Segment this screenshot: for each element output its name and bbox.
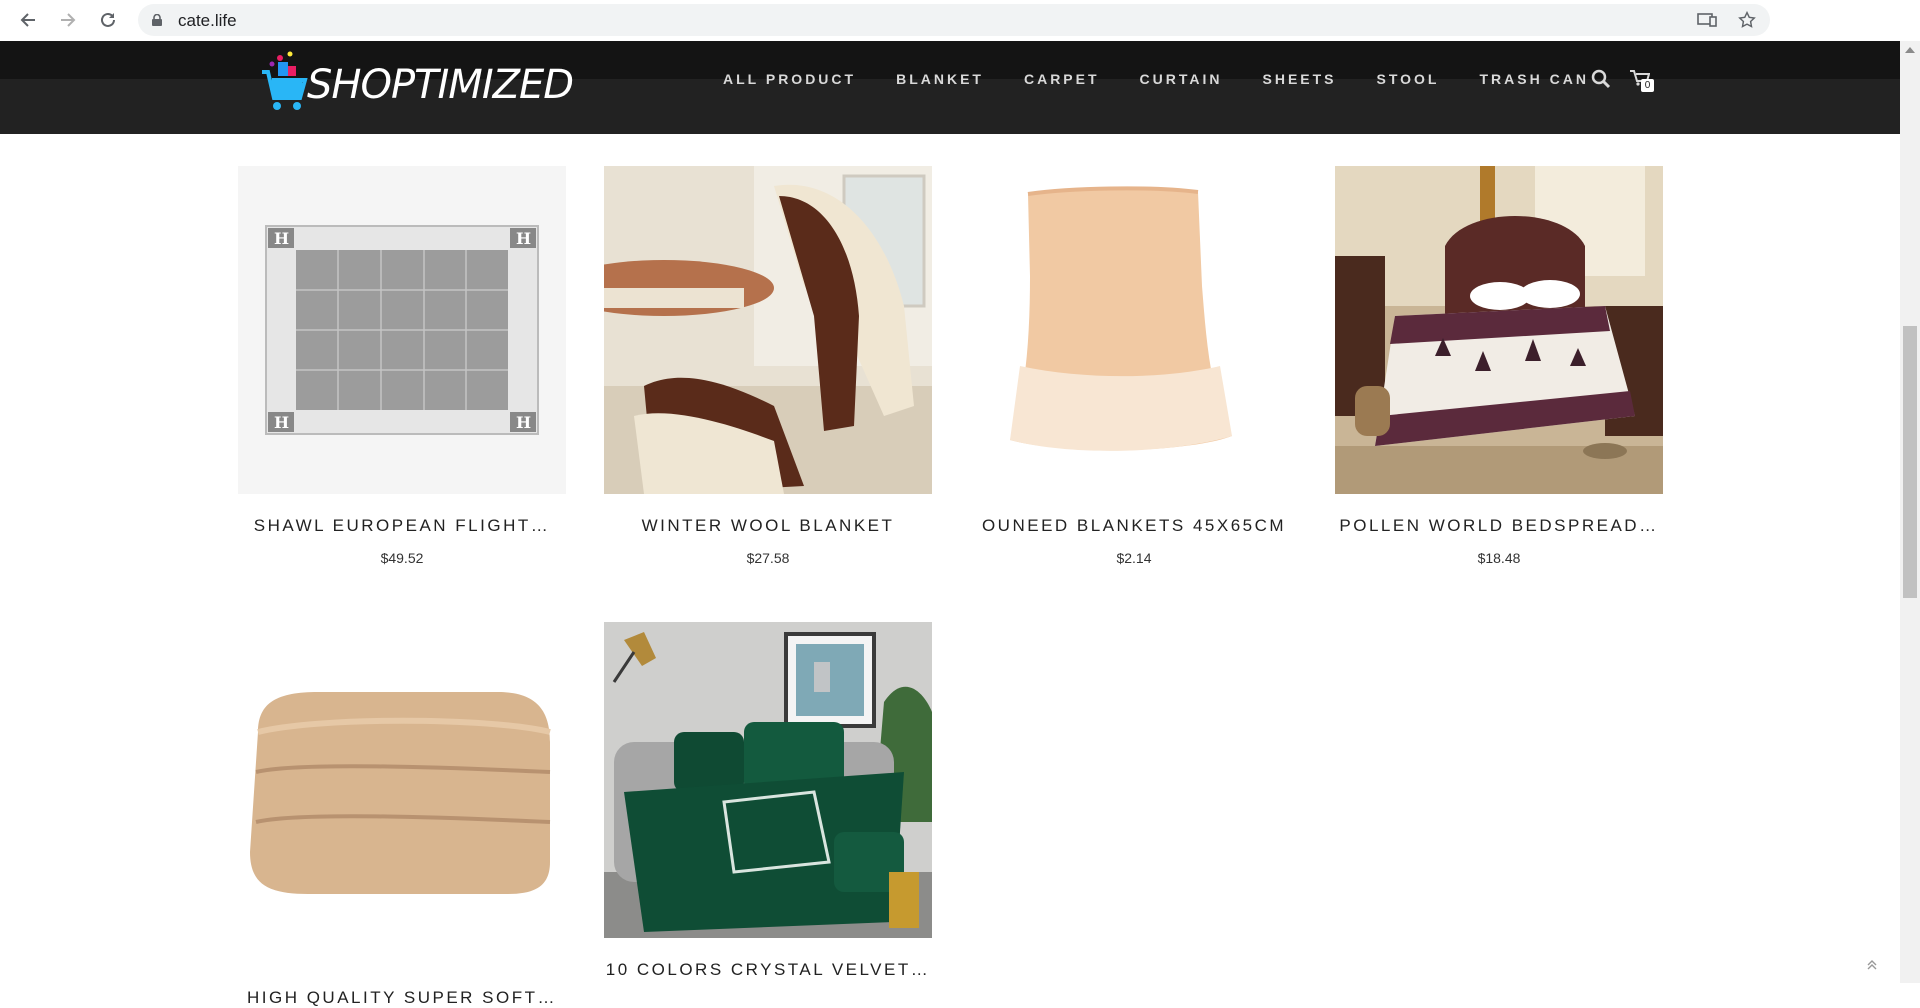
- forward-icon[interactable]: [54, 6, 82, 34]
- svg-text:H: H: [274, 229, 289, 248]
- site-logo[interactable]: SHOPTIMIZED: [260, 48, 574, 116]
- nav-item-stool[interactable]: STOOL: [1377, 71, 1440, 87]
- product-title[interactable]: 10 COLORS CRYSTAL VELVET…: [604, 960, 932, 980]
- product-title[interactable]: POLLEN WORLD BEDSPREAD…: [1335, 516, 1663, 536]
- svg-text:H: H: [516, 413, 531, 432]
- product-card[interactable]: POLLEN WORLD BEDSPREAD… $18.48: [1335, 166, 1663, 566]
- nav-item-carpet[interactable]: CARPET: [1024, 71, 1100, 87]
- product-image[interactable]: [970, 166, 1298, 494]
- svg-text:H: H: [516, 229, 531, 248]
- reload-icon[interactable]: [94, 6, 122, 34]
- product-card[interactable]: WINTER WOOL BLANKET $27.58: [604, 166, 932, 566]
- bookmark-star-icon[interactable]: [1736, 10, 1758, 30]
- main-nav: ALL PRODUCT BLANKET CARPET CURTAIN SHEET…: [723, 71, 1589, 87]
- browser-toolbar: cate.life: [0, 0, 1920, 42]
- scroll-up-arrow-icon[interactable]: [1905, 47, 1915, 53]
- product-card[interactable]: HIGH QUALITY SUPER SOFT…: [238, 622, 566, 1008]
- cart-count-badge: 0: [1641, 79, 1654, 92]
- product-title[interactable]: SHAWL EUROPEAN FLIGHT…: [238, 516, 566, 536]
- install-app-icon[interactable]: [1696, 10, 1718, 30]
- product-price: $27.58: [746, 550, 790, 566]
- product-image[interactable]: H H H H: [238, 166, 566, 494]
- product-price: $49.52: [380, 550, 424, 566]
- url-text[interactable]: cate.life: [178, 11, 237, 31]
- shopping-cart-logo-icon: [262, 51, 308, 110]
- page-scrollbar[interactable]: [1900, 41, 1920, 983]
- nav-item-curtain[interactable]: CURTAIN: [1140, 71, 1223, 87]
- nav-item-all-product[interactable]: ALL PRODUCT: [723, 71, 856, 87]
- back-icon[interactable]: [14, 6, 42, 34]
- nav-item-trash-can[interactable]: TRASH CAN: [1479, 71, 1588, 87]
- search-icon[interactable]: [1591, 69, 1611, 89]
- address-bar[interactable]: cate.life: [138, 4, 1770, 36]
- product-title[interactable]: HIGH QUALITY SUPER SOFT…: [238, 988, 566, 1008]
- product-card[interactable]: OUNEED BLANKETS 45X65CM $2.14: [970, 166, 1298, 566]
- product-price: $2.14: [1116, 550, 1152, 566]
- product-image[interactable]: [604, 166, 932, 494]
- logo-text: SHOPTIMIZED: [307, 62, 574, 108]
- back-to-top-icon[interactable]: [1866, 958, 1878, 974]
- nav-item-blanket[interactable]: BLANKET: [896, 71, 984, 87]
- scrollbar-thumb[interactable]: [1903, 326, 1917, 598]
- product-image[interactable]: [238, 622, 566, 950]
- product-card[interactable]: H H H H SHAWL EUROPEAN FLIGHT… $49.52: [238, 166, 566, 566]
- lock-icon: [152, 13, 162, 26]
- product-price: $18.48: [1477, 550, 1521, 566]
- product-image[interactable]: [604, 622, 932, 938]
- cart-icon[interactable]: 0: [1630, 69, 1654, 92]
- nav-item-sheets[interactable]: SHEETS: [1263, 71, 1337, 87]
- site-header: SHOPTIMIZED ALL PRODUCT BLANKET CARPET C…: [0, 41, 1900, 134]
- svg-text:H: H: [274, 413, 289, 432]
- product-title[interactable]: WINTER WOOL BLANKET: [604, 516, 932, 536]
- product-image[interactable]: [1335, 166, 1663, 494]
- product-title[interactable]: OUNEED BLANKETS 45X65CM: [970, 516, 1298, 536]
- product-card[interactable]: 10 COLORS CRYSTAL VELVET…: [604, 622, 932, 980]
